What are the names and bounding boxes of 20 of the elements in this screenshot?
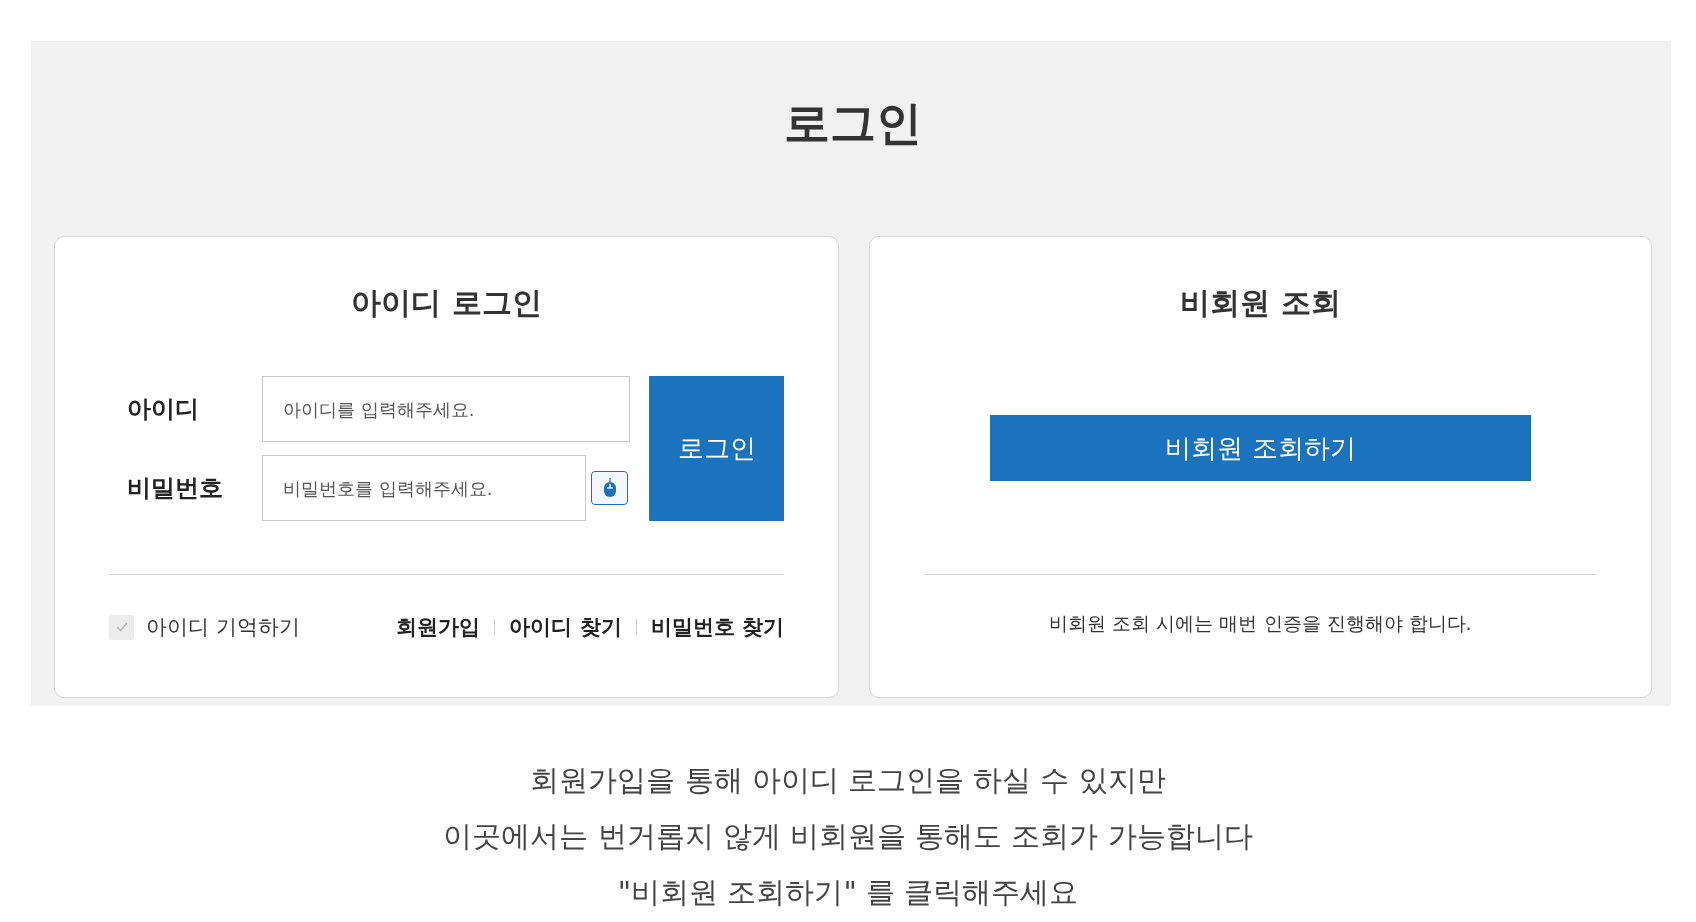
login-button[interactable]: 로그인 [649, 376, 784, 521]
account-link[interactable]: 아이디 찾기 [509, 613, 622, 641]
id-input-field[interactable]: 아이디를 입력해주세요. [262, 376, 630, 442]
account-link[interactable]: 회원가입 [396, 613, 481, 641]
card-title: 비회원 조회 [1179, 284, 1342, 322]
field-label: 아이디 [127, 394, 200, 425]
guest-lookup-button[interactable]: 비회원 조회하기 [990, 415, 1531, 481]
mouse-icon[interactable] [591, 471, 628, 505]
card-title: 아이디 로그인 [350, 284, 543, 322]
guest-note: 비회원 조회 시에는 매번 인증을 진행해야 합니다. [1048, 611, 1473, 636]
info-text: 이곳에서는 번거롭지 않게 비회원을 통해도 조회가 가능합니다 [442, 818, 1254, 855]
info-text: 회원가입을 통해 아이디 로그인을 하실 수 있지만 [529, 762, 1167, 799]
password-input-field[interactable]: 비밀번호를 입력해주세요. [262, 455, 586, 521]
page-title: 로그인 [783, 95, 923, 152]
info-text: "비회원 조회하기" 를 클릭해주세요 [616, 874, 1080, 911]
check-icon [114, 621, 129, 633]
account-link[interactable]: 비밀번호 찾기 [650, 613, 784, 641]
field-label: 비밀번호 [127, 473, 224, 504]
remember-checkbox[interactable] [109, 614, 134, 640]
remember-label: 아이디 기억하기 [146, 614, 300, 641]
